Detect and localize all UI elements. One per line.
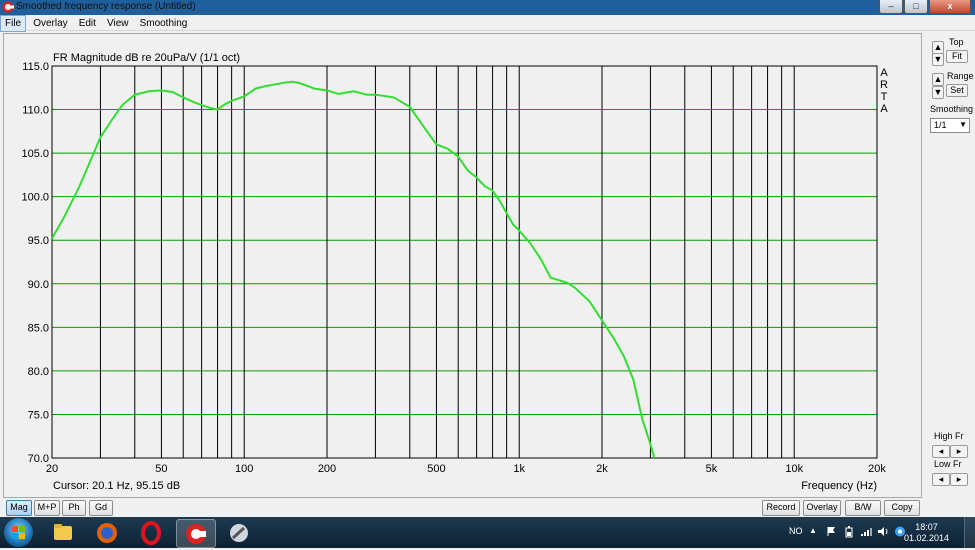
x-tick-label: 20	[46, 463, 58, 475]
maximize-button[interactable]: □	[904, 0, 928, 14]
x-axis-label: Frequency (Hz)	[801, 480, 877, 492]
top-label: Top	[949, 37, 964, 47]
cursor-readout: Cursor: 20.1 Hz, 95.15 dB	[53, 480, 180, 492]
clock-time: 18:07	[915, 522, 938, 532]
range-up-button[interactable]: ▲	[932, 73, 944, 86]
overlay-button[interactable]: Overlay	[803, 500, 841, 516]
phase-button[interactable]: Ph	[62, 500, 86, 516]
y-tick-label: 105.0	[21, 148, 49, 160]
menu-bar: File Overlay Edit View Smoothing	[0, 15, 975, 32]
top-down-button[interactable]: ▼	[932, 53, 944, 66]
low-fr-right-button[interactable]: ▸	[950, 473, 968, 486]
y-tick-label: 115.0	[22, 61, 49, 73]
watermark-letter: T	[881, 91, 888, 103]
taskbar-app[interactable]	[220, 519, 258, 546]
battery-icon[interactable]	[845, 526, 853, 538]
chart-title: FR Magnitude dB re 20uPa/V (1/1 oct)	[53, 52, 240, 64]
network-signal-icon[interactable]	[860, 526, 872, 537]
window-title: Smoothed frequency response (Untitled)	[16, 1, 196, 12]
y-tick-label: 110.0	[22, 105, 49, 117]
y-tick-label: 100.0	[21, 192, 49, 204]
watermark-letter: A	[880, 103, 888, 115]
action-center-flag-icon[interactable]	[826, 526, 836, 537]
mag-button[interactable]: Mag	[6, 500, 32, 516]
tool-icon	[230, 524, 248, 542]
x-tick-label: 100	[235, 463, 253, 475]
start-button[interactable]	[4, 518, 33, 547]
x-tick-label: 200	[318, 463, 336, 475]
minimize-button[interactable]: –	[879, 0, 903, 14]
high-fr-left-button[interactable]: ◂	[932, 445, 950, 458]
high-fr-right-button[interactable]: ▸	[950, 445, 968, 458]
arta-icon	[186, 524, 206, 544]
volume-icon[interactable]	[877, 526, 889, 537]
x-tick-label: 5k	[706, 463, 718, 475]
low-fr-left-button[interactable]: ◂	[932, 473, 950, 486]
series-line	[51, 80, 656, 459]
side-panel: ▲ ▼ Top Fit ▲ ▼ Range Set Smoothing 1/1 …	[923, 33, 974, 496]
bw-button[interactable]: B/W	[845, 500, 881, 516]
x-tick-label: 20k	[868, 463, 886, 475]
arta-watermark: ARTA	[880, 67, 888, 115]
y-tick-label: 95.0	[28, 235, 49, 247]
x-tick-label: 50	[155, 463, 167, 475]
mag-phase-button[interactable]: M+P	[34, 500, 60, 516]
menu-view[interactable]: View	[103, 16, 133, 31]
opera-icon	[141, 521, 161, 545]
close-button[interactable]: x	[929, 0, 971, 14]
taskbar-explorer[interactable]	[44, 519, 82, 546]
y-tick-label: 80.0	[28, 366, 49, 378]
y-tick-label: 85.0	[28, 322, 49, 334]
clock[interactable]: 18:07 01.02.2014	[904, 522, 949, 544]
menu-edit[interactable]: Edit	[75, 16, 100, 31]
x-tick-label: 500	[427, 463, 445, 475]
folder-icon	[54, 524, 72, 540]
group-delay-button[interactable]: Gd	[89, 500, 113, 516]
copy-button[interactable]: Copy	[884, 500, 920, 516]
fit-button[interactable]: Fit	[946, 50, 968, 63]
window-title-bar[interactable]: Smoothed frequency response (Untitled) –…	[0, 0, 975, 15]
app-icon	[2, 1, 14, 13]
bottom-toolbar: Mag M+P Ph Gd Record Overlay B/W Copy	[0, 498, 975, 517]
menu-overlay[interactable]: Overlay	[29, 16, 71, 31]
x-tick-label: 10k	[785, 463, 803, 475]
firefox-icon	[97, 523, 117, 543]
chevron-down-icon: ▼	[959, 120, 967, 129]
range-label: Range	[947, 71, 974, 81]
smoothing-select[interactable]: 1/1 ▼	[930, 118, 970, 133]
x-tick-label: 2k	[596, 463, 608, 475]
range-down-button[interactable]: ▼	[932, 86, 944, 99]
frequency-response-chart[interactable]: 70.075.080.085.090.095.0100.0105.0110.01…	[4, 34, 921, 497]
taskbar-firefox[interactable]	[88, 519, 126, 546]
taskbar-opera[interactable]	[132, 519, 170, 546]
menu-file[interactable]: File	[0, 15, 27, 32]
high-fr-label: High Fr	[934, 431, 964, 441]
y-tick-label: 75.0	[28, 409, 49, 421]
taskbar-arta[interactable]	[176, 519, 216, 548]
plot-frame	[51, 65, 878, 459]
watermark-letter: A	[880, 67, 888, 79]
language-indicator[interactable]: NO	[789, 526, 803, 536]
windows-taskbar: NO ▲ 18:07 01.02.2014	[0, 517, 975, 548]
smoothing-value: 1/1	[934, 120, 947, 130]
record-button[interactable]: Record	[762, 500, 800, 516]
y-tick-label: 90.0	[28, 279, 49, 291]
tray-expand-icon[interactable]: ▲	[809, 526, 817, 535]
windows-logo-icon	[12, 526, 25, 539]
clock-date: 01.02.2014	[903, 533, 949, 543]
smoothing-label: Smoothing	[930, 104, 974, 114]
menu-smoothing[interactable]: Smoothing	[136, 16, 192, 31]
x-tick-label: 1k	[513, 463, 525, 475]
low-fr-label: Low Fr	[934, 459, 962, 469]
set-button[interactable]: Set	[946, 84, 968, 97]
watermark-letter: R	[880, 79, 888, 91]
show-desktop-button[interactable]	[964, 517, 975, 548]
plot-panel[interactable]: 70.0 75.0 80.0 85.0 90.0 95.0 100.0 105.0 110.0 1…	[3, 33, 922, 498]
